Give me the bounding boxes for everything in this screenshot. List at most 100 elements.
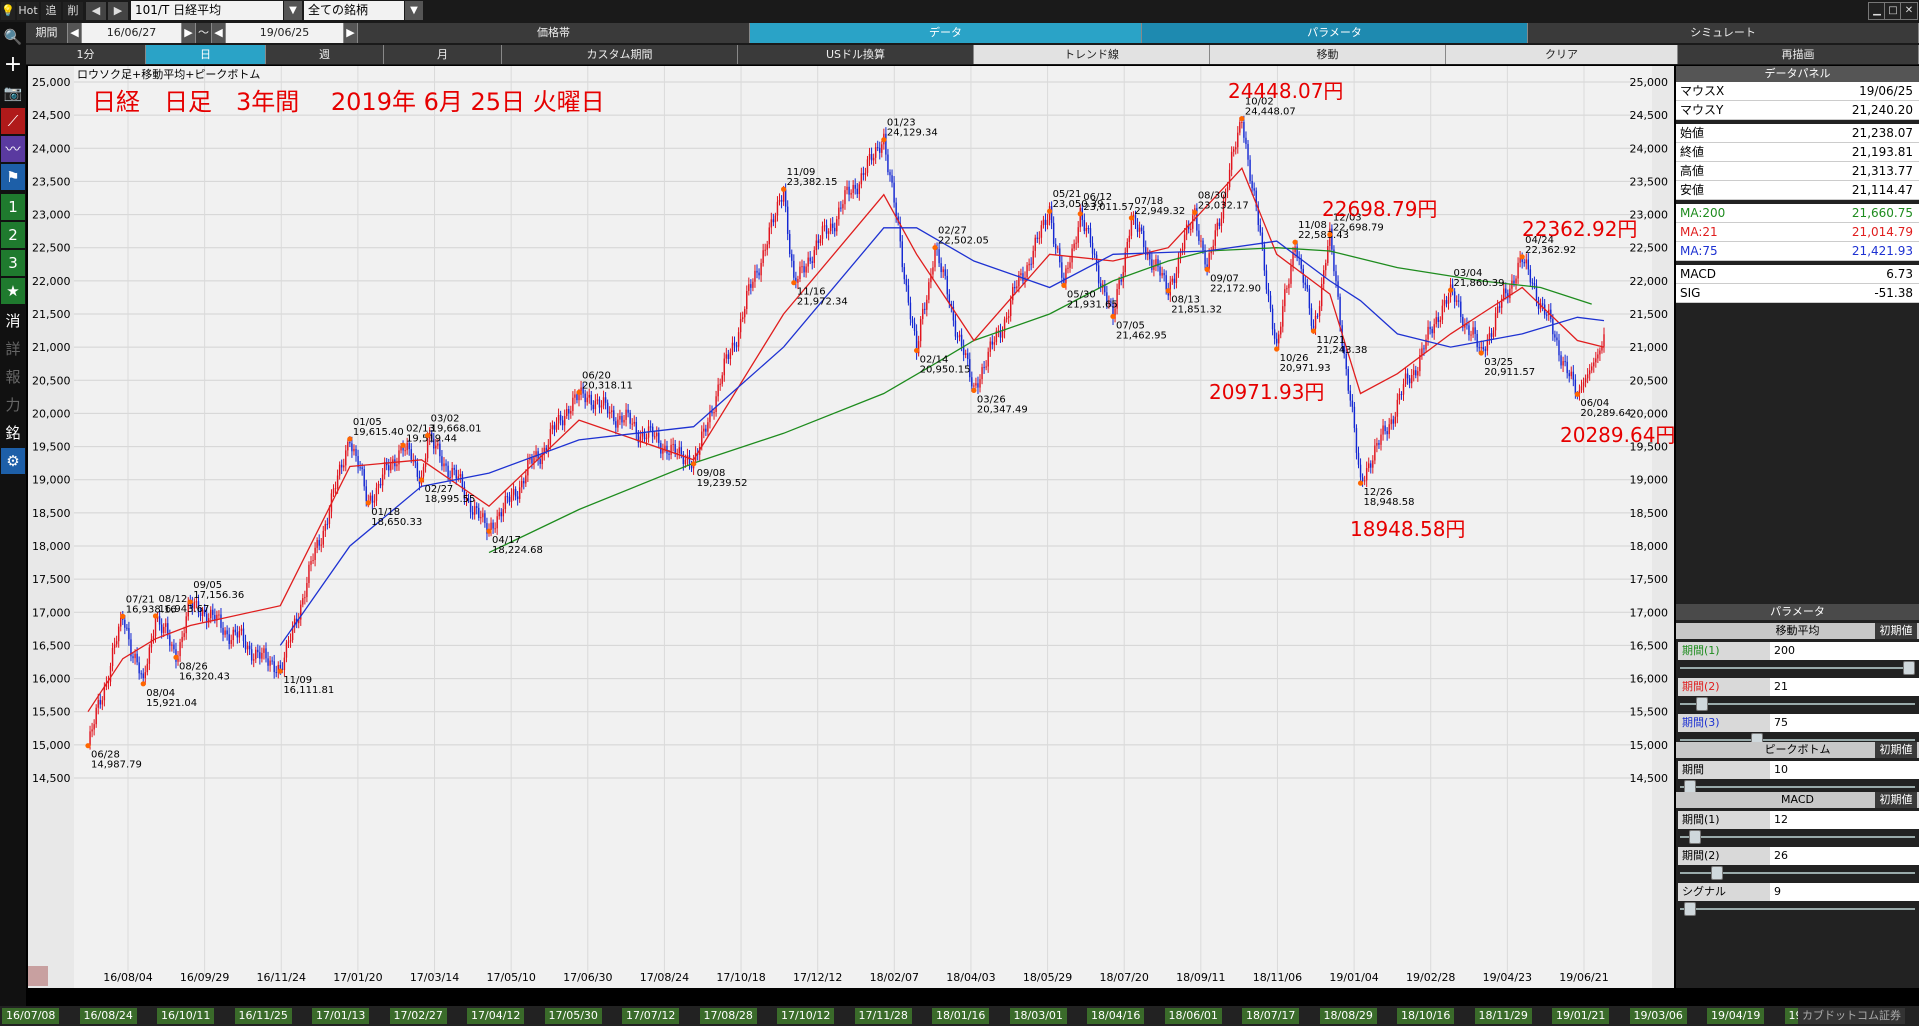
detail-button[interactable]: 詳: [1, 336, 25, 362]
erase-button[interactable]: 消: [1, 308, 25, 334]
candle-body: [1406, 373, 1409, 379]
date-from-field[interactable]: 16/06/27: [82, 23, 182, 43]
symbol-field[interactable]: 101/T 日経平均: [131, 1, 283, 20]
from-next-icon[interactable]: ▶: [182, 23, 196, 43]
flag-icon[interactable]: ⚑: [1, 164, 25, 190]
candle-body: [351, 443, 353, 452]
slider-track: [1680, 667, 1915, 669]
chart-line-icon[interactable]: [28, 966, 48, 986]
chart-slot-2[interactable]: 2: [1, 222, 25, 248]
param-value-field[interactable]: 75: [1770, 714, 1919, 732]
date-to-field[interactable]: 19/06/25: [226, 23, 344, 43]
candle-body: [97, 699, 99, 708]
slider-thumb[interactable]: [1684, 902, 1697, 916]
y-tick-label-right: 22,500: [1630, 242, 1669, 255]
y-tick-label: 18,000: [32, 540, 71, 553]
from-prev-icon[interactable]: ◀: [68, 23, 82, 43]
param-value-field[interactable]: 9: [1770, 883, 1919, 901]
chart-compare-icon[interactable]: 〰: [1, 136, 25, 162]
peak-marker: [1327, 231, 1333, 238]
add-button[interactable]: 追: [41, 2, 61, 20]
close-icon[interactable]: ✕: [1900, 2, 1918, 20]
candle-body: [1509, 288, 1511, 299]
tab-weekly[interactable]: 週: [266, 45, 384, 64]
to-next-icon[interactable]: ▶: [344, 23, 358, 43]
tab-parameter[interactable]: パラメータ: [1142, 23, 1528, 43]
tab-usd-convert[interactable]: USドル換算: [738, 45, 974, 64]
x-tick-label: 16/11/24: [257, 971, 306, 984]
tab-daily[interactable]: 日: [146, 45, 266, 64]
candle-body: [1169, 281, 1171, 296]
slider-thumb[interactable]: [1903, 661, 1915, 675]
camera-icon[interactable]: 📷: [1, 80, 25, 106]
candle-body: [244, 641, 247, 650]
param-value-field[interactable]: 12: [1770, 811, 1919, 829]
tab-monthly[interactable]: 月: [384, 45, 502, 64]
param-slider[interactable]: [1680, 697, 1915, 711]
x-tick-label: 18/11/06: [1253, 971, 1302, 984]
candle-body: [1374, 445, 1376, 461]
peak-marker: [1077, 211, 1083, 217]
candle-body: [901, 241, 903, 268]
candle-body: [1282, 306, 1284, 327]
prev-arrow-icon[interactable]: ◀: [86, 2, 106, 20]
report-button[interactable]: 報: [1, 364, 25, 390]
ma-reset-button[interactable]: 初期値: [1875, 623, 1917, 639]
candle-body: [625, 409, 627, 420]
candle-body: [1435, 317, 1437, 325]
price-chart[interactable]: 25,000 24,500 24,000 23,500 23,000 22,500 22,0…: [28, 66, 1674, 988]
param-slider[interactable]: [1680, 866, 1915, 880]
tab-price-range[interactable]: 価格帯: [358, 23, 750, 43]
crosshair-icon[interactable]: +: [1, 52, 25, 78]
universe-field[interactable]: 全ての銘柄: [304, 1, 404, 20]
candle-body: [811, 261, 813, 263]
candle-body: [478, 507, 480, 518]
chart-slot-1[interactable]: 1: [1, 194, 25, 220]
param-slider[interactable]: [1680, 661, 1915, 675]
param-value-field[interactable]: 21: [1770, 678, 1919, 696]
candle-body: [1040, 225, 1043, 238]
candle-body: [250, 649, 253, 661]
tab-redraw[interactable]: 再描画: [1678, 45, 1919, 64]
date-separator: ～: [196, 23, 212, 43]
universe-dropdown-icon[interactable]: ▼: [405, 1, 423, 20]
tab-custom-period[interactable]: カスタム期間: [502, 45, 738, 64]
macd-reset-button[interactable]: 初期値: [1875, 792, 1917, 808]
param-value-field[interactable]: 200: [1770, 642, 1919, 660]
candle-body: [774, 215, 777, 223]
slider-thumb[interactable]: [1688, 830, 1701, 844]
to-prev-icon[interactable]: ◀: [212, 23, 226, 43]
peak-value-label: 21,972.34: [797, 297, 848, 308]
chart-slot-3[interactable]: 3: [1, 250, 25, 276]
settings-icon[interactable]: ⚙: [1, 448, 25, 474]
power-button[interactable]: 力: [1, 392, 25, 418]
star-icon[interactable]: ★: [1, 278, 25, 304]
top-toolbar: 💡 Hot 追 削 ◀ ▶ 101/T 日経平均 ▼ 全ての銘柄 ▼ ▁ □ ✕: [0, 0, 1919, 23]
next-arrow-icon[interactable]: ▶: [108, 2, 128, 20]
param-value-field[interactable]: 10: [1770, 761, 1919, 779]
bulb-icon[interactable]: 💡: [1, 2, 15, 20]
symbol-button[interactable]: 銘: [1, 420, 25, 446]
candle-body: [746, 290, 748, 310]
candle-body: [334, 488, 337, 490]
param-slider[interactable]: [1680, 902, 1915, 916]
search-icon[interactable]: 🔍: [1, 24, 25, 50]
tab-trendline[interactable]: トレンド線: [974, 45, 1210, 64]
hot-button[interactable]: Hot: [17, 2, 39, 20]
tab-move[interactable]: 移動: [1210, 45, 1446, 64]
delete-button[interactable]: 削: [63, 2, 83, 20]
pb-reset-button[interactable]: 初期値: [1875, 742, 1917, 758]
slider-thumb[interactable]: [1711, 866, 1724, 880]
tab-data[interactable]: データ: [750, 23, 1142, 43]
candle-body: [964, 353, 967, 355]
y-tick-label: 19,500: [32, 441, 71, 454]
tab-clear[interactable]: クリア: [1446, 45, 1678, 64]
candle-body: [887, 154, 889, 173]
symbol-dropdown-icon[interactable]: ▼: [284, 1, 302, 20]
tab-1min[interactable]: 1分: [26, 45, 146, 64]
param-value-field[interactable]: 26: [1770, 847, 1919, 865]
chart-line-icon[interactable]: ⟋: [1, 108, 25, 134]
slider-thumb[interactable]: [1695, 697, 1708, 711]
tab-simulate[interactable]: シミュレート: [1528, 23, 1919, 43]
param-slider[interactable]: [1680, 830, 1915, 844]
